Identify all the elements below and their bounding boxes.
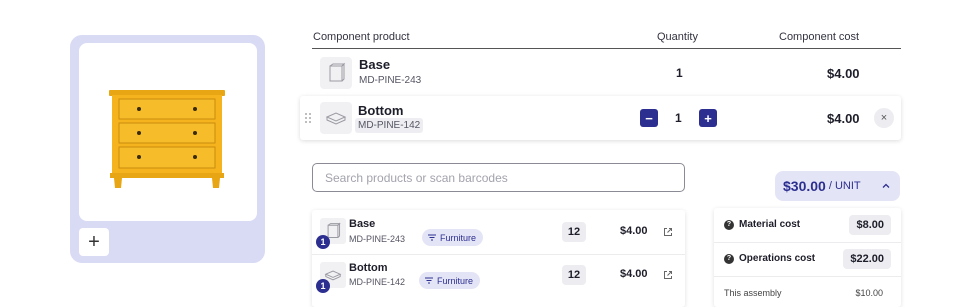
product-image-card: + (70, 35, 265, 263)
operations-cost-text: Operations cost (739, 253, 816, 264)
component-sku: MD-PINE-243 (359, 75, 422, 86)
add-image-button[interactable]: + (79, 228, 109, 256)
product-thumbnail (320, 57, 352, 89)
component-row-active: Bottom MD-PINE-142 − 1 + $4.00 × (300, 96, 901, 140)
assembly-cost-value: $10.00 (855, 288, 883, 298)
operations-cost-value: $22.00 (843, 249, 891, 269)
category-label: Furniture (440, 232, 477, 243)
box-icon (329, 62, 346, 82)
filter-icon (425, 277, 433, 284)
operations-cost-label: ? Operations cost (724, 253, 815, 264)
cost-divider (714, 276, 901, 277)
decrease-quantity-button[interactable]: − (640, 109, 658, 127)
cost-divider (714, 242, 901, 243)
column-header-cost: Component cost (779, 31, 860, 43)
drag-handle-icon[interactable] (304, 112, 312, 124)
header-divider (312, 48, 901, 49)
assembly-cost-label: This assembly (724, 288, 782, 298)
chevron-up-icon (882, 183, 890, 188)
result-price: $4.00 (620, 225, 648, 237)
sku-label: MD-PINE-142 (355, 118, 424, 133)
component-sku: MD-PINE-142 (355, 118, 424, 133)
component-cost: $4.00 (827, 111, 860, 126)
tray-icon (325, 112, 347, 125)
stock-count: 12 (562, 265, 586, 285)
increase-quantity-button[interactable]: + (699, 109, 717, 127)
material-cost-text: Material cost (739, 219, 801, 230)
dresser-image (109, 90, 225, 188)
component-name: Base (359, 57, 391, 72)
product-thumbnail (320, 102, 352, 134)
filter-icon (428, 234, 436, 241)
result-divider (312, 254, 685, 255)
selected-count-badge: 1 (316, 235, 330, 249)
external-link-icon[interactable] (663, 227, 673, 237)
category-tag: Furniture (422, 229, 484, 246)
column-header-product: Component product (313, 31, 410, 43)
search-input[interactable] (312, 163, 685, 192)
remove-component-button[interactable]: × (874, 108, 894, 128)
category-tag: Furniture (419, 272, 481, 289)
help-icon[interactable]: ? (724, 219, 734, 230)
result-sku: MD-PINE-243 (349, 234, 406, 244)
component-name: Bottom (358, 103, 404, 118)
unit-price-label: / UNIT (828, 180, 861, 192)
unit-price-toggle[interactable]: $30.00 / UNIT (775, 171, 900, 201)
result-price: $4.00 (620, 268, 648, 280)
cost-breakdown-panel: ? Material cost $8.00 ? Operations cost … (714, 208, 901, 307)
material-cost-value: $8.00 (849, 215, 891, 235)
quantity-stepper-value[interactable]: 1 (675, 111, 682, 125)
search-results-list: 1 Base MD-PINE-243 Furniture 12 $4.00 1 … (312, 210, 685, 307)
category-label: Furniture (437, 275, 474, 286)
unit-price-value: $30.00 (783, 178, 826, 194)
result-sku: MD-PINE-142 (349, 277, 406, 287)
material-cost-label: ? Material cost (724, 219, 800, 230)
external-link-icon[interactable] (663, 270, 673, 280)
column-header-quantity: Quantity (657, 31, 698, 43)
result-name: Bottom (349, 262, 388, 274)
stock-count: 12 (562, 222, 586, 242)
help-icon[interactable]: ? (724, 253, 734, 264)
selected-count-badge: 1 (316, 279, 330, 293)
product-image (79, 43, 257, 221)
result-name: Base (349, 218, 376, 230)
component-cost: $4.00 (827, 66, 860, 81)
component-quantity: 1 (676, 66, 683, 80)
